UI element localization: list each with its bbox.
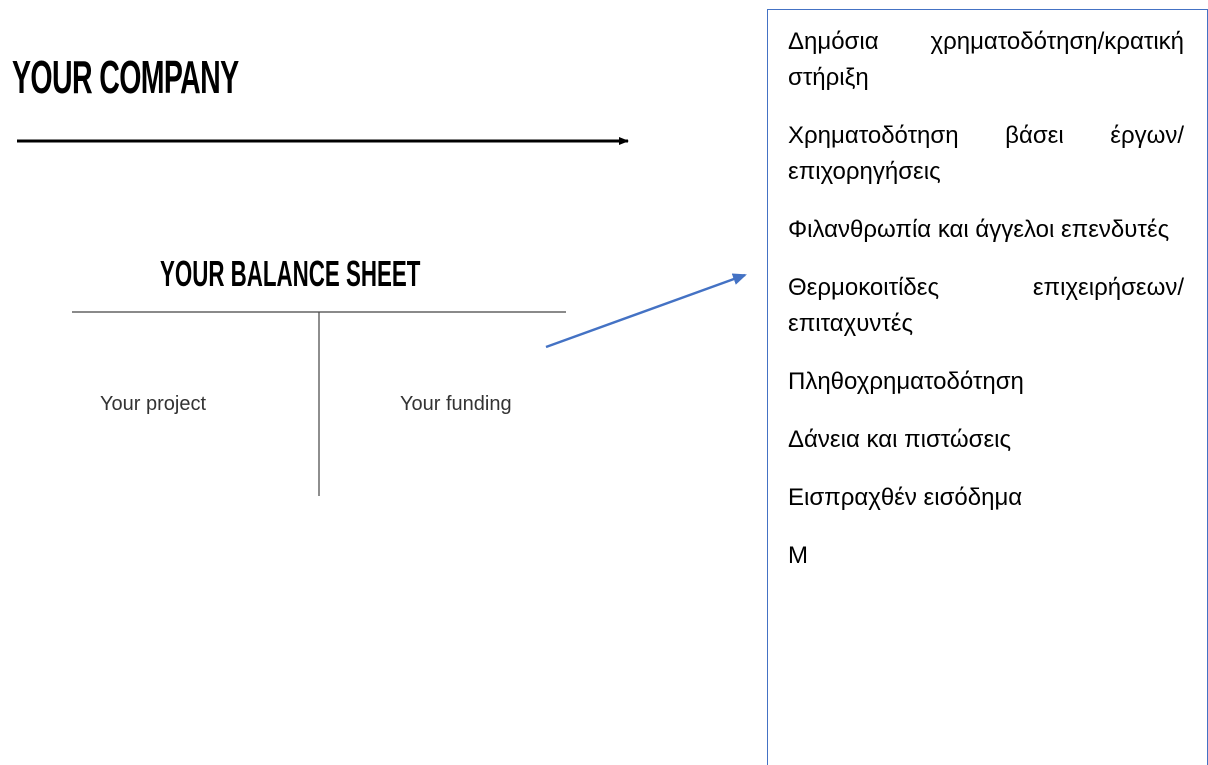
list-item: Θερμοκοιτίδες επιχειρήσεων/επιταχυντές [788, 274, 1184, 337]
list-item: Δάνεια και πιστώσεις [788, 426, 1012, 453]
funding-column-label: Your funding [400, 393, 512, 415]
connector-arrow [545, 273, 747, 349]
list-item: Φιλανθρωπία και άγγελοι επενδυτές [788, 216, 1170, 243]
funding-sources-box: Δημόσια χρηματοδότηση/κρατική στήριξη Χρ… [767, 9, 1208, 765]
list-item: Πληθοχρηματοδότηση [788, 368, 1024, 395]
list-item: Μ [788, 542, 808, 569]
project-column-label: Your project [100, 393, 206, 415]
balance-sheet-title: YOUR BALANCE SHEET [160, 253, 421, 294]
funding-sources-list: Δημόσια χρηματοδότηση/κρατική στήριξη Χρ… [788, 24, 1184, 596]
list-item: Δημόσια χρηματοδότηση/κρατική στήριξη [788, 28, 1184, 91]
list-item: Χρηματοδότηση βάσει έργων/επιχορηγήσεις [788, 122, 1184, 185]
list-item: Εισπραχθέν εισόδημα [788, 484, 1023, 511]
